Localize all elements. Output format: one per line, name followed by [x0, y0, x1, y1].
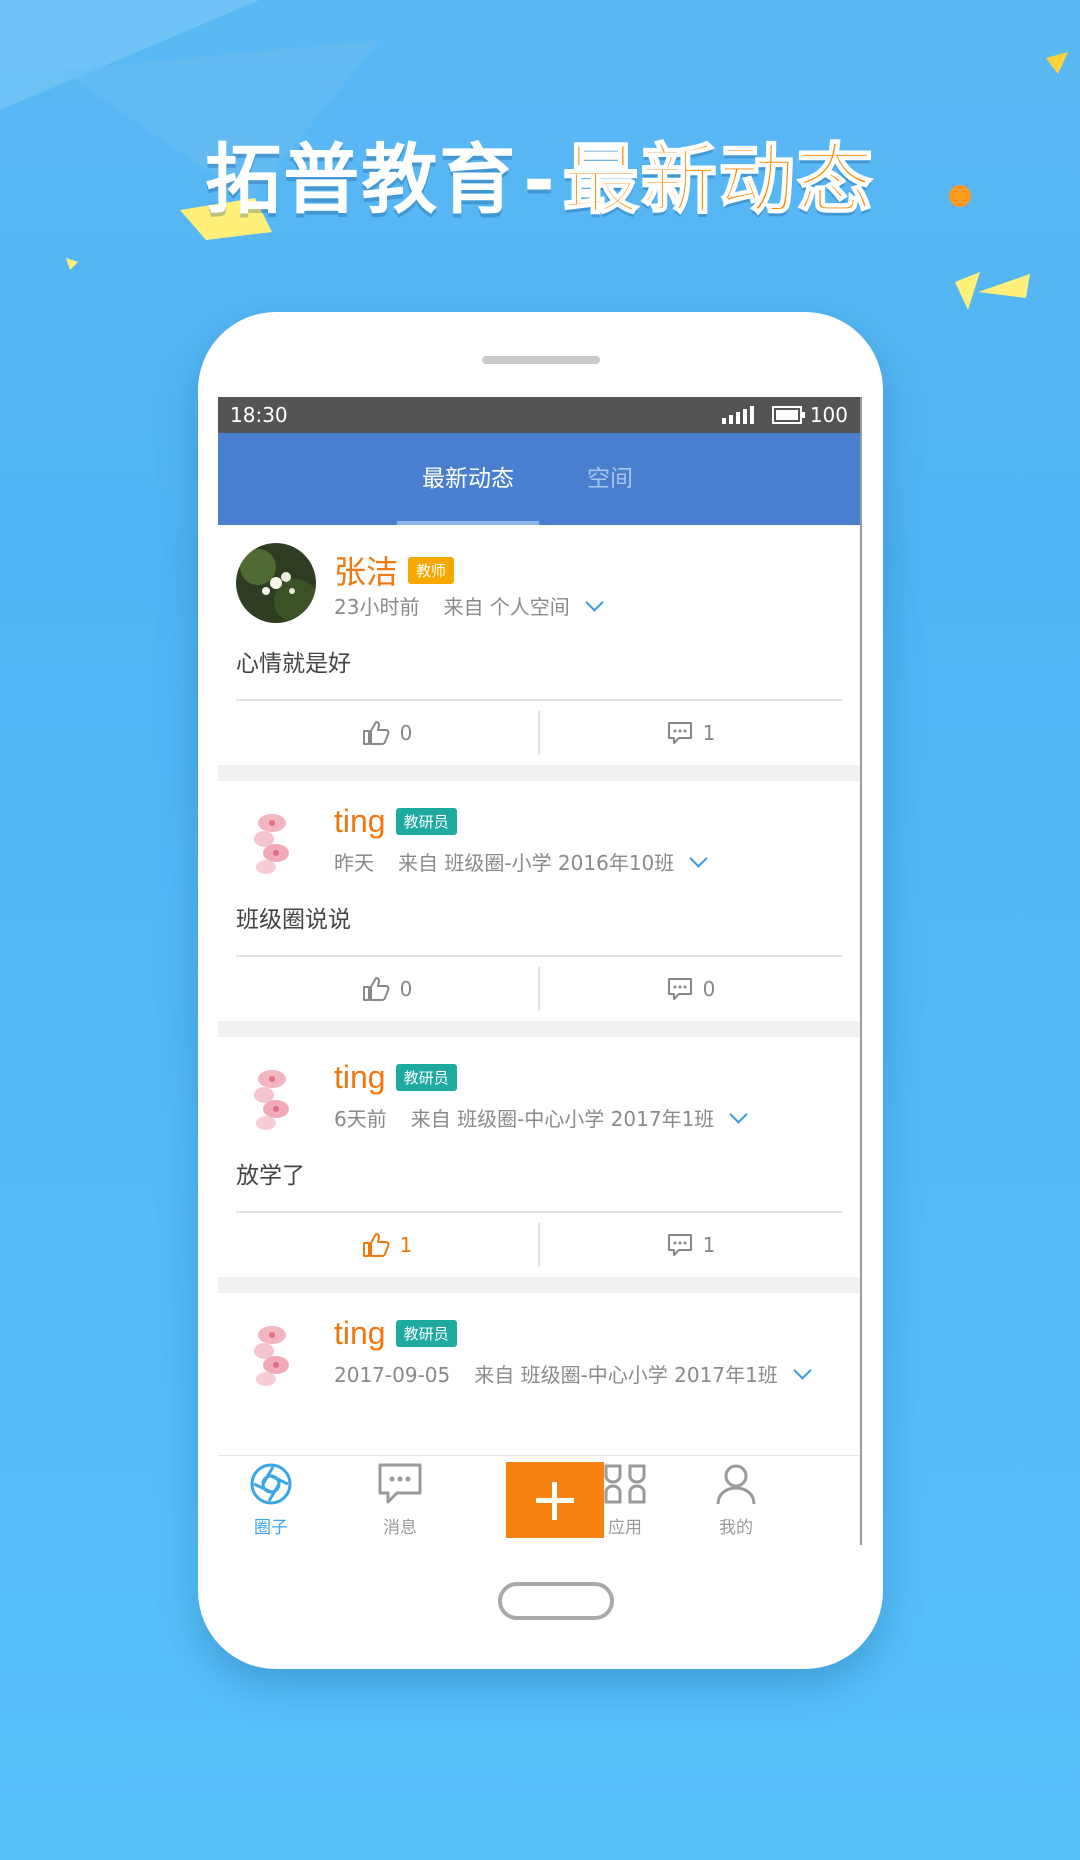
post-time: 2017-09-05 [334, 1363, 451, 1387]
banner-title: 拓普教育-最新动态 [0, 118, 1080, 228]
post-content: 心情就是好 [236, 651, 351, 677]
post-source: 来自 班级圈-中心小学 2017年1班 [410, 1107, 715, 1131]
author-name[interactable]: 张洁 [334, 547, 398, 593]
role-badge: 教研员 [395, 1320, 457, 1347]
feed-post: ting 教研员 2017-09-05 来自 班级圈-中心小学 2017年1班 [218, 1293, 860, 1397]
home-button[interactable] [498, 1582, 614, 1620]
nav-circle[interactable]: 圈子 [236, 1462, 306, 1538]
apps-grid-icon [604, 1464, 646, 1504]
like-button[interactable]: 0 [236, 976, 538, 1002]
post-separator [218, 765, 860, 781]
signal-icon [721, 406, 754, 424]
thumbs-up-icon [362, 977, 390, 1001]
feed-post: ting 教研员 6天前 来自 班级圈-中心小学 2017年1班 放学了 1 1 [218, 1037, 860, 1277]
post-meta: 昨天 来自 班级圈-小学 2016年10班 [334, 847, 708, 876]
post-meta: 2017-09-05 来自 班级圈-中心小学 2017年1班 [334, 1359, 812, 1388]
battery-level: 100 [809, 403, 848, 427]
tab-space[interactable]: 空间 [539, 433, 681, 525]
post-content: 放学了 [236, 1163, 305, 1189]
post-separator [218, 1277, 860, 1293]
chevron-down-icon[interactable] [793, 1361, 812, 1380]
nav-apps[interactable]: 应用 [590, 1462, 660, 1538]
status-bar: 18:30 100 [218, 397, 860, 433]
post-content: 班级圈说说 [236, 907, 351, 933]
app-screen: 18:30 100 最新动态 空间 张洁 教师 23小时前 来自 个人空间 心情… [218, 397, 862, 1545]
post-source: 来自 个人空间 [443, 595, 570, 619]
role-badge: 教研员 [395, 808, 457, 835]
chat-bubble-icon [378, 1463, 422, 1504]
post-time: 6天前 [334, 1107, 387, 1131]
chevron-down-icon[interactable] [689, 849, 708, 868]
comment-count: 0 [702, 977, 716, 1001]
banner-title-main: 拓普教育 [205, 135, 518, 224]
thumbs-up-icon [362, 1233, 390, 1257]
avatar[interactable] [236, 1055, 316, 1135]
like-button[interactable]: 0 [236, 720, 538, 746]
avatar[interactable] [236, 1311, 316, 1391]
post-source: 来自 班级圈-中心小学 2017年1班 [474, 1363, 778, 1387]
banner-title-accent: 最新动态 [562, 134, 875, 225]
post-meta: 23小时前 来自 个人空间 [334, 591, 604, 620]
banner-title-dash: - [523, 135, 557, 224]
comment-icon [667, 722, 692, 744]
nav-me[interactable]: 我的 [701, 1462, 771, 1538]
author-name[interactable]: ting [334, 1315, 386, 1352]
nav-label: 消息 [383, 1518, 417, 1538]
post-time: 昨天 [334, 851, 374, 875]
role-badge: 教师 [408, 556, 455, 584]
comment-button[interactable]: 1 [540, 721, 842, 745]
top-tab-bar: 最新动态 空间 [218, 433, 860, 525]
post-actions: 1 1 [236, 1211, 842, 1277]
nav-label: 圈子 [254, 1518, 288, 1538]
chevron-down-icon[interactable] [585, 593, 604, 612]
feed-post: ting 教研员 昨天 来自 班级圈-小学 2016年10班 班级圈说说 0 0 [218, 781, 860, 1021]
post-actions: 0 1 [236, 699, 842, 765]
post-time: 23小时前 [334, 595, 420, 619]
chevron-down-icon[interactable] [729, 1105, 748, 1124]
role-badge: 教研员 [395, 1064, 457, 1091]
post-actions: 0 0 [236, 955, 842, 1021]
author-name[interactable]: ting [334, 1059, 386, 1096]
post-source: 来自 班级圈-小学 2016年10班 [398, 851, 675, 875]
person-icon [716, 1464, 756, 1505]
bottom-nav: 圈子 消息 应用 我的 [218, 1455, 860, 1545]
comment-count: 1 [702, 721, 716, 745]
avatar[interactable] [236, 799, 316, 879]
status-time: 18:30 [230, 403, 288, 427]
thumbs-up-icon [362, 721, 390, 745]
like-count: 0 [399, 977, 413, 1001]
like-button[interactable]: 1 [236, 1232, 538, 1258]
like-count: 0 [399, 721, 413, 745]
feed-list: 张洁 教师 23小时前 来自 个人空间 心情就是好 0 1 ting 教研员 昨… [218, 525, 860, 1397]
author-name[interactable]: ting [334, 803, 386, 840]
comment-icon [667, 978, 692, 1000]
nav-label: 应用 [608, 1518, 642, 1538]
phone-speaker [482, 356, 600, 364]
avatar[interactable] [236, 543, 316, 623]
phone-frame: 18:30 100 最新动态 空间 张洁 教师 23小时前 来自 个人空间 心情… [198, 312, 883, 1669]
comment-button[interactable]: 0 [540, 977, 842, 1001]
comment-button[interactable]: 1 [540, 1233, 842, 1257]
battery-icon [771, 406, 805, 424]
post-separator [218, 1021, 860, 1037]
tab-latest[interactable]: 最新动态 [397, 433, 539, 525]
feed-post: 张洁 教师 23小时前 来自 个人空间 心情就是好 0 1 [218, 525, 860, 765]
like-count: 1 [399, 1233, 413, 1257]
nav-messages[interactable]: 消息 [365, 1462, 435, 1538]
post-meta: 6天前 来自 班级圈-中心小学 2017年1班 [334, 1103, 748, 1132]
comment-icon [667, 1234, 692, 1256]
aperture-icon [250, 1463, 292, 1505]
nav-label: 我的 [719, 1518, 753, 1538]
comment-count: 1 [702, 1233, 716, 1257]
